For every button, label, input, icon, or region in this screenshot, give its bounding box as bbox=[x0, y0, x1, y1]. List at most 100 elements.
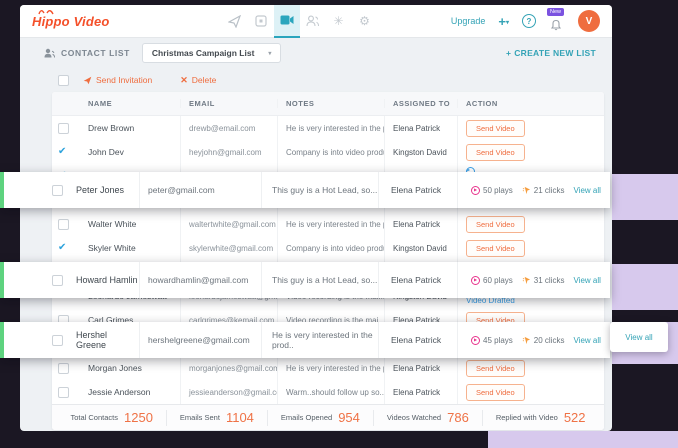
row-stats: ▶60 plays 31 clicks View all bbox=[457, 262, 610, 298]
send-video-button[interactable]: Send Video bbox=[466, 240, 525, 257]
col-header-action: ACTION bbox=[457, 99, 604, 108]
create-new-list-button[interactable]: +CREATE NEW LIST bbox=[506, 48, 596, 58]
contact-list-label: CONTACT LIST bbox=[61, 48, 130, 58]
contact-email: morganjones@gmail.com bbox=[180, 356, 277, 380]
stat-value: 522 bbox=[564, 410, 586, 425]
send-campaign-icon[interactable] bbox=[222, 5, 248, 38]
hippo-ears-icon bbox=[38, 8, 54, 15]
table-row: Walter White waltertwhite@gmail.com He i… bbox=[52, 212, 604, 236]
quick-add-button[interactable]: +▾ bbox=[498, 15, 509, 28]
contact-assigned: Kingston David bbox=[384, 236, 457, 260]
background-shape bbox=[612, 174, 678, 220]
contact-name: Drew Brown bbox=[80, 116, 180, 140]
contact-name: Skyler White bbox=[80, 236, 180, 260]
row-checkbox[interactable]: ✔ bbox=[58, 243, 66, 253]
contact-action-cell: Send Video bbox=[457, 116, 604, 140]
contact-notes: Warm..should follow up so... bbox=[277, 380, 384, 404]
row-checkbox[interactable] bbox=[52, 335, 63, 346]
row-checkbox[interactable] bbox=[58, 363, 69, 374]
send-video-button[interactable]: Send Video bbox=[466, 216, 525, 233]
select-all-checkbox[interactable] bbox=[58, 75, 69, 86]
stat-label: Videos Watched bbox=[387, 413, 441, 422]
contact-action-cell: Send Video bbox=[457, 356, 604, 380]
table-row: ✔ Skyler White skylerwhite@gmail.com Com… bbox=[52, 236, 604, 260]
row-checkbox[interactable] bbox=[58, 219, 69, 230]
contact-name: Hershel Greene bbox=[76, 330, 139, 350]
stat-value: 954 bbox=[338, 410, 360, 425]
contact-assigned: Elena Patrick bbox=[384, 380, 457, 404]
clicks-stat: 31 clicks bbox=[522, 276, 565, 285]
background-shape bbox=[612, 264, 678, 310]
avatar[interactable]: V bbox=[578, 10, 600, 32]
contact-action-cell: Send Video bbox=[457, 380, 604, 404]
row-checkbox[interactable] bbox=[52, 185, 63, 196]
view-all-link[interactable]: View all bbox=[573, 186, 600, 195]
new-badge: New bbox=[547, 8, 564, 16]
notifications-bell[interactable]: New bbox=[549, 11, 565, 31]
logo-text: Hippo Video bbox=[32, 14, 110, 29]
footer-stat: Replied with Video 522 bbox=[482, 410, 599, 426]
close-icon: ✕ bbox=[180, 75, 188, 86]
hippo-video-logo[interactable]: Hippo Video bbox=[32, 14, 110, 29]
footer-stat: Total Contacts 1250 bbox=[57, 410, 165, 426]
upgrade-link[interactable]: Upgrade bbox=[451, 16, 486, 26]
view-all-link[interactable]: View all bbox=[573, 336, 600, 345]
bell-icon bbox=[550, 19, 562, 31]
contact-action-cell: Send Video bbox=[457, 212, 604, 236]
contacts-icon[interactable] bbox=[300, 5, 326, 38]
footer-stat: Emails Sent 1104 bbox=[166, 410, 267, 426]
record-icon[interactable] bbox=[248, 5, 274, 38]
contact-list-icon bbox=[44, 48, 55, 58]
contact-email: waltertwhite@gmail.com bbox=[180, 212, 277, 236]
contact-assigned: Elena Patrick bbox=[384, 212, 457, 236]
delete-button[interactable]: ✕ Delete bbox=[180, 75, 216, 86]
settings-gear-icon[interactable]: ⚙ bbox=[352, 5, 378, 38]
plays-stat: ▶60 plays bbox=[471, 276, 513, 285]
clicks-icon bbox=[522, 276, 531, 285]
list-toolbar: Send Invitation ✕ Delete bbox=[20, 68, 612, 92]
plays-icon: ▶ bbox=[471, 336, 480, 345]
contact-email: skylerwhite@gmail.com bbox=[180, 236, 277, 260]
send-video-button[interactable]: Send Video bbox=[466, 360, 525, 377]
row-checkbox[interactable] bbox=[58, 123, 69, 134]
row-checkbox[interactable] bbox=[52, 275, 63, 286]
contact-email: howardhamlin@gmail.com bbox=[139, 262, 261, 298]
view-all-link[interactable]: View all bbox=[625, 333, 652, 342]
popped-row[interactable]: Hershel Greene hershelgreene@gmail.com H… bbox=[0, 322, 610, 358]
contact-notes: This guy is a Hot Lead, so... bbox=[261, 262, 378, 298]
table-header-row: NAME EMAIL NOTES ASSIGNED TO ACTION bbox=[52, 92, 604, 116]
popped-row[interactable]: Peter Jones peter@gmail.com This guy is … bbox=[0, 172, 610, 208]
send-invitation-button[interactable]: Send Invitation bbox=[83, 75, 152, 85]
chevron-down-icon: ▾ bbox=[506, 20, 509, 26]
view-all-link[interactable]: View all bbox=[573, 276, 600, 285]
table-body: Drew Brown drewb@email.com He is very in… bbox=[52, 116, 604, 404]
contact-email: peter@gmail.com bbox=[139, 172, 261, 208]
contact-notes: He is very interested in the prod.. bbox=[261, 322, 378, 358]
integrations-icon[interactable]: ✳ bbox=[326, 5, 352, 38]
contacts-table-card: NAME EMAIL NOTES ASSIGNED TO ACTION Drew… bbox=[52, 92, 604, 430]
contact-name: Walter White bbox=[80, 212, 180, 236]
contact-name: Morgan Jones bbox=[80, 356, 180, 380]
table-row: Jessie Anderson jessieanderson@gmail.com… bbox=[52, 380, 604, 404]
stat-value: 1104 bbox=[226, 410, 254, 425]
contact-assigned: Elena Patrick bbox=[384, 356, 457, 380]
contact-assigned: Elena Patrick bbox=[378, 262, 457, 298]
send-video-button[interactable]: Send Video bbox=[466, 120, 525, 137]
video-library-tab-icon[interactable] bbox=[274, 5, 300, 38]
row-checkbox[interactable]: ✔ bbox=[58, 147, 66, 157]
col-header-assigned: ASSIGNED TO bbox=[384, 99, 457, 108]
row-checkbox[interactable] bbox=[58, 387, 69, 398]
contact-email: heyjohn@gmail.com bbox=[180, 140, 277, 164]
send-video-button[interactable]: Send Video bbox=[466, 384, 525, 401]
contact-assigned: Kingston David bbox=[384, 140, 457, 164]
contact-assigned: Elena Patrick bbox=[378, 322, 457, 358]
stats-footer: Total Contacts 1250 Emails Sent 1104 Ema… bbox=[52, 404, 604, 430]
plays-icon: ▶ bbox=[471, 276, 480, 285]
campaign-list-dropdown[interactable]: Christmas Campaign List ▾ bbox=[142, 43, 282, 63]
send-video-button[interactable]: Send Video bbox=[466, 144, 525, 161]
view-all-popover[interactable]: View all bbox=[610, 322, 668, 352]
table-row: Drew Brown drewb@email.com He is very in… bbox=[52, 116, 604, 140]
popped-row[interactable]: Howard Hamlin howardhamlin@gmail.com Thi… bbox=[0, 262, 610, 298]
footer-stat: Emails Opened 954 bbox=[267, 410, 373, 426]
help-icon[interactable]: ? bbox=[522, 14, 536, 28]
